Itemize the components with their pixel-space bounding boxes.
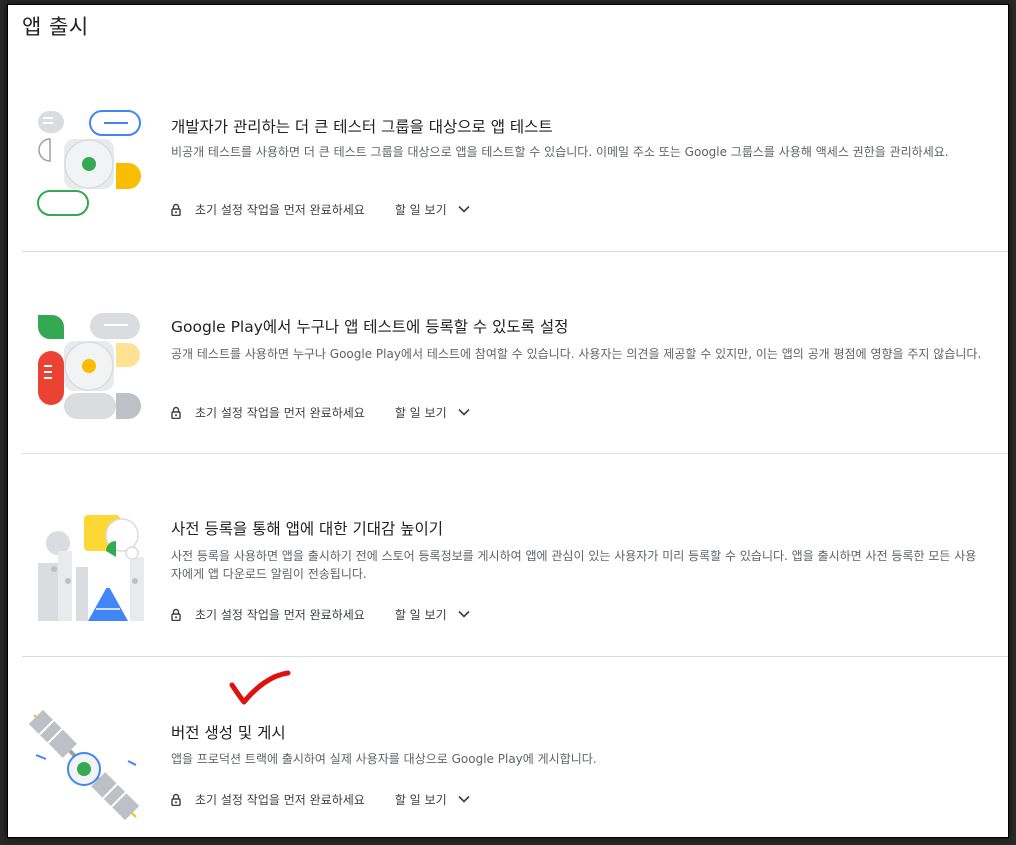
- locked-message: 초기 설정 작업을 먼저 완료하세요: [195, 792, 365, 807]
- section-divider: [22, 453, 1008, 454]
- lock-icon: [171, 203, 181, 216]
- section-title: 사전 등록을 통해 앱에 대한 기대감 높이기: [171, 520, 443, 538]
- lock-icon: [171, 406, 181, 419]
- view-todo-button[interactable]: 할 일 보기: [395, 791, 471, 808]
- app-release-page: 앱 출시 개발자가 관리하는 더 큰 테스터 그룹을 대상으로 앱 테스트 비공…: [8, 5, 1008, 837]
- lock-icon: [171, 608, 181, 621]
- page-title: 앱 출시: [22, 15, 89, 39]
- section-actions: 초기 설정 작업을 먼저 완료하세요 할 일 보기: [171, 603, 471, 625]
- chevron-down-icon: [458, 795, 470, 803]
- locked-message: 초기 설정 작업을 먼저 완료하세요: [195, 202, 365, 217]
- chevron-down-icon: [458, 205, 470, 213]
- section-description: 사전 등록을 사용하면 앱을 출시하기 전에 스토어 등록정보를 게시하여 앱에…: [171, 549, 977, 581]
- view-todo-label: 할 일 보기: [394, 405, 447, 420]
- view-todo-button[interactable]: 할 일 보기: [395, 201, 471, 218]
- locked-message: 초기 설정 작업을 먼저 완료하세요: [195, 405, 365, 420]
- view-todo-label: 할 일 보기: [394, 792, 447, 807]
- view-todo-label: 할 일 보기: [394, 202, 447, 217]
- section-description: 앱을 프로덕션 트랙에 출시하여 실제 사용자를 대상으로 Google Pla…: [171, 752, 597, 766]
- view-todo-label: 할 일 보기: [394, 607, 447, 622]
- pre-registration-illustration: [38, 515, 144, 621]
- chevron-down-icon: [458, 408, 470, 416]
- red-checkmark-annotation: [229, 670, 291, 705]
- section-title: 버전 생성 및 게시: [171, 724, 286, 742]
- view-todo-button[interactable]: 할 일 보기: [395, 404, 471, 421]
- section-description: 비공개 테스트를 사용하면 더 큰 테스트 그룹을 대상으로 앱을 테스트할 수…: [171, 145, 949, 159]
- open-testing-illustration: [38, 313, 141, 419]
- section-actions: 초기 설정 작업을 먼저 완료하세요 할 일 보기: [171, 401, 471, 423]
- section-actions: 초기 설정 작업을 먼저 완료하세요 할 일 보기: [171, 198, 471, 220]
- locked-message: 초기 설정 작업을 먼저 완료하세요: [195, 607, 365, 622]
- chevron-down-icon: [458, 610, 470, 618]
- section-title: 개발자가 관리하는 더 큰 테스터 그룹을 대상으로 앱 테스트: [171, 118, 553, 136]
- closed-testing-illustration: [37, 110, 141, 216]
- section-actions: 초기 설정 작업을 먼저 완료하세요 할 일 보기: [171, 788, 471, 810]
- section-title: Google Play에서 누구나 앱 테스트에 등록할 수 있도록 설정: [171, 318, 569, 336]
- section-divider: [22, 656, 1008, 657]
- view-todo-button[interactable]: 할 일 보기: [395, 606, 471, 623]
- production-release-illustration: [28, 709, 140, 821]
- section-description: 공개 테스트를 사용하면 누구나 Google Play에서 테스트에 참여할 …: [171, 347, 982, 361]
- lock-icon: [171, 793, 181, 806]
- section-divider: [22, 251, 1008, 252]
